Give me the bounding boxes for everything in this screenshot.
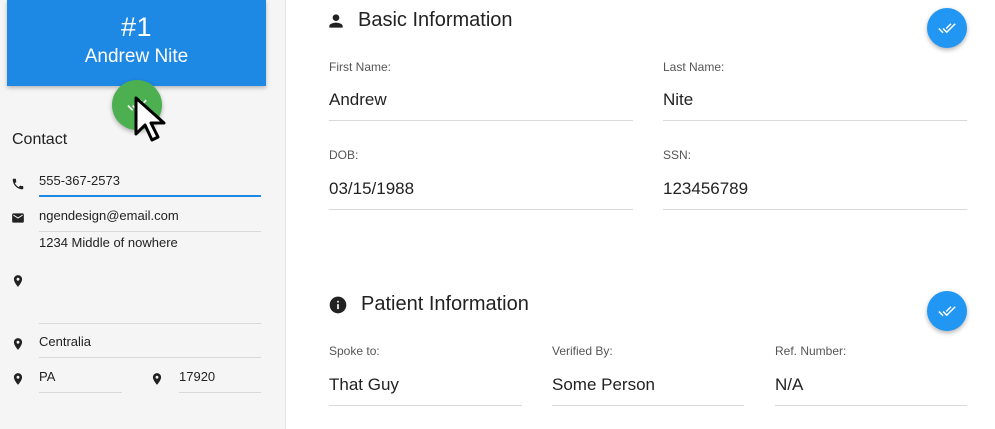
spoke-to-label: Spoke to:	[329, 344, 380, 358]
contact-title: Contact	[12, 131, 68, 148]
done-all-icon	[938, 306, 956, 317]
basic-info-title: Basic Information	[358, 9, 513, 31]
verify-basic-button[interactable]	[927, 8, 967, 48]
last-name-label: Last Name:	[663, 60, 725, 74]
contact-sidebar: #1 Andrew Nite Contact 555-367-2573 ngen…	[0, 0, 286, 429]
patient-name: Andrew Nite	[84, 46, 189, 67]
last-name-field[interactable]: Nite	[663, 90, 967, 121]
location-icon	[152, 373, 162, 385]
location-icon	[13, 275, 23, 287]
phone-icon	[12, 178, 24, 190]
email-field[interactable]: ngendesign@email.com	[39, 208, 261, 232]
verify-contact-button[interactable]	[112, 80, 162, 130]
address-field[interactable]: 1234 Middle of nowhere	[39, 235, 261, 324]
person-icon	[329, 14, 343, 28]
phone-field[interactable]: 555-367-2573	[39, 173, 261, 197]
patient-number: #1	[120, 12, 153, 42]
ssn-field[interactable]: 123456789	[663, 179, 967, 210]
done-all-icon	[127, 99, 147, 111]
dob-label: DOB:	[329, 148, 359, 162]
verified-by-label: Verified By:	[552, 344, 613, 358]
dob-field[interactable]: 03/15/1988	[329, 179, 633, 210]
ref-number-label: Ref. Number:	[775, 344, 847, 358]
spoke-to-field[interactable]: That Guy	[329, 375, 522, 406]
info-icon	[329, 296, 347, 314]
location-icon	[13, 338, 23, 350]
done-all-icon	[938, 23, 956, 34]
patient-info-title: Patient Information	[361, 293, 529, 315]
first-name-field[interactable]: Andrew	[329, 90, 633, 121]
verify-patient-button[interactable]	[927, 291, 967, 331]
verified-by-field[interactable]: Some Person	[552, 375, 744, 406]
email-icon	[12, 213, 24, 223]
patient-header-card: #1 Andrew Nite	[7, 0, 266, 86]
ssn-label: SSN:	[663, 148, 692, 162]
zip-field[interactable]: 17920	[179, 369, 261, 393]
city-field[interactable]: Centralia	[39, 334, 261, 358]
state-field[interactable]: PA	[39, 369, 122, 393]
ref-number-field[interactable]: N/A	[775, 375, 967, 406]
location-icon	[13, 373, 23, 385]
first-name-label: First Name:	[329, 60, 392, 74]
